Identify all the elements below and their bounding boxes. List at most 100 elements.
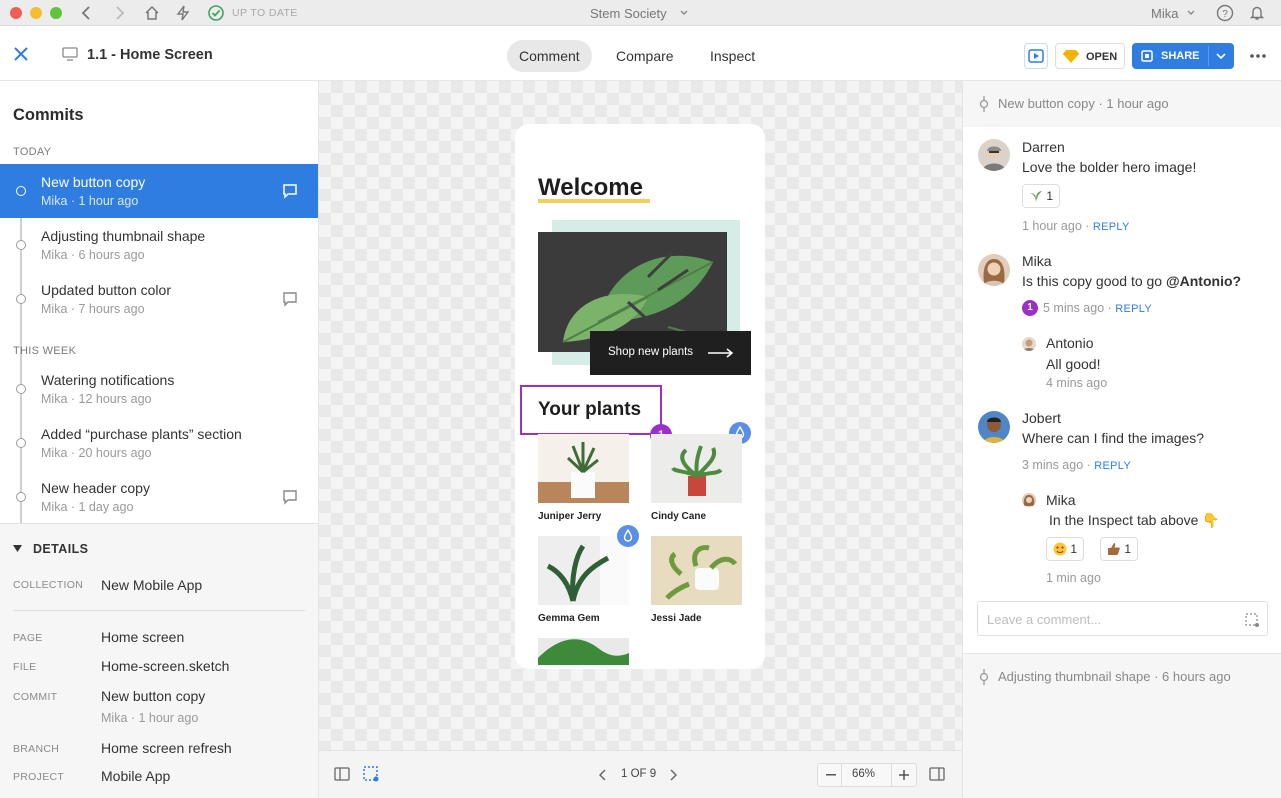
- commit-item[interactable]: Added “purchase plants” section Mika · 2…: [0, 416, 318, 470]
- chevron-down-icon[interactable]: [679, 6, 689, 20]
- commit-value: New button copy: [101, 688, 206, 704]
- plant-thumb-juniper[interactable]: [538, 434, 629, 503]
- minus-icon: [826, 774, 836, 776]
- commit-title: New header copy: [41, 480, 150, 496]
- lightning-icon[interactable]: [175, 4, 191, 22]
- comment-text: All good!: [1046, 356, 1101, 372]
- comment-text: Where can I find the images?: [1022, 430, 1205, 446]
- user-menu[interactable]: Mika: [1151, 6, 1178, 21]
- share-button[interactable]: SHARE: [1132, 43, 1234, 69]
- commit-node: [16, 384, 26, 394]
- commit-title: Added “purchase plants” section: [41, 426, 242, 442]
- help-icon[interactable]: ?: [1216, 4, 1234, 22]
- shop-new-plants-button[interactable]: Shop new plants: [590, 331, 751, 375]
- document-title[interactable]: Stem Society: [590, 6, 667, 21]
- comment-author: Antonio: [1046, 335, 1094, 351]
- water-drop-badge[interactable]: [617, 525, 639, 547]
- more-icon[interactable]: [1249, 53, 1267, 59]
- commit-title: Watering notifications: [41, 372, 175, 388]
- panel-toggle-icon[interactable]: [929, 767, 945, 781]
- comment-time: 3 mins ago: [1022, 458, 1084, 472]
- commit-item[interactable]: Watering notifications Mika · 12 hours a…: [0, 362, 318, 416]
- share-label: SHARE: [1161, 50, 1200, 62]
- preview-button[interactable]: [1024, 43, 1048, 69]
- comment-time: 5 mins ago: [1043, 301, 1105, 315]
- reaction-heart-eyes[interactable]: 1: [1046, 537, 1085, 561]
- comment-time: 1 hour ago: [1022, 219, 1082, 233]
- comment-author: Mika: [1022, 253, 1052, 269]
- this-week-label: THIS WEEK: [13, 345, 77, 357]
- back-icon[interactable]: [80, 4, 94, 22]
- reply-link[interactable]: REPLY: [1094, 460, 1131, 472]
- collection-key: COLLECTION: [13, 579, 84, 591]
- commit-item[interactable]: New header copy Mika · 1 day ago: [0, 470, 318, 524]
- reply-link[interactable]: REPLY: [1115, 303, 1152, 315]
- comment-author: Jobert: [1022, 410, 1061, 426]
- close-icon[interactable]: [13, 46, 29, 62]
- welcome-heading: Welcome: [538, 174, 643, 201]
- chevron-down-icon[interactable]: [1216, 52, 1226, 60]
- thumbs-up-icon: [1108, 543, 1120, 555]
- plus-icon: [899, 770, 909, 780]
- comment-placeholder: Leave a comment...: [987, 612, 1102, 627]
- commit-footer-label: Adjusting thumbnail shape · 6 hours ago: [998, 669, 1231, 684]
- canvas-bottom-bar: 1 OF 9 66%: [319, 750, 962, 798]
- comment-text: In the Inspect tab above 👇: [1049, 512, 1220, 528]
- commit-header[interactable]: New button copy · 1 hour ago: [963, 81, 1281, 127]
- chevron-down-icon[interactable]: [1186, 6, 1196, 20]
- commit-footer[interactable]: Adjusting thumbnail shape · 6 hours ago: [963, 653, 1281, 699]
- comment-icon: [283, 292, 297, 307]
- project-key: PROJECT: [13, 771, 65, 783]
- minimize-window-button[interactable]: [30, 7, 42, 19]
- tab-compare[interactable]: Compare: [604, 40, 686, 72]
- plant-thumb-gemma[interactable]: [538, 536, 629, 605]
- reaction-plant[interactable]: 1: [1022, 184, 1061, 208]
- avatar: [1022, 337, 1036, 351]
- triangle-down-icon[interactable]: [13, 545, 22, 552]
- commit-meta: Mika · 1 hour ago: [101, 711, 199, 725]
- bell-icon[interactable]: [1249, 4, 1265, 22]
- commit-item[interactable]: New button copy Mika · 1 hour ago: [0, 164, 318, 218]
- reaction-count: 1: [1124, 542, 1132, 556]
- mention[interactable]: @Antonio?: [1166, 273, 1241, 289]
- open-label: OPEN: [1086, 51, 1118, 63]
- commit-item[interactable]: Updated button color Mika · 7 hours ago: [0, 272, 318, 326]
- plant-name: Gemma Gem: [538, 613, 600, 624]
- home-icon[interactable]: [143, 4, 161, 22]
- zoom-in-button[interactable]: [893, 764, 915, 786]
- plant-thumb-partial[interactable]: [538, 638, 629, 665]
- chevron-right-icon[interactable]: [669, 769, 677, 781]
- sidebar-toggle-icon[interactable]: [334, 767, 350, 781]
- open-button[interactable]: OPEN: [1055, 43, 1125, 69]
- tab-inspect[interactable]: Inspect: [698, 40, 767, 72]
- svg-text:?: ?: [1222, 9, 1228, 20]
- file-key: FILE: [13, 661, 37, 673]
- chevron-left-icon[interactable]: [599, 769, 607, 781]
- plant-thumb-jessi[interactable]: [651, 536, 742, 605]
- zoom-level[interactable]: 66%: [852, 768, 875, 780]
- your-plants-heading: Your plants: [538, 399, 642, 420]
- close-window-button[interactable]: [10, 7, 22, 19]
- maximize-window-button[interactable]: [50, 7, 62, 19]
- comment-text-plain: Is this copy good to go: [1022, 273, 1166, 289]
- annotate-icon[interactable]: [1245, 613, 1259, 627]
- selection-tool-icon[interactable]: [363, 766, 379, 782]
- commits-heading: Commits: [13, 106, 84, 124]
- forward-icon[interactable]: [112, 4, 126, 22]
- reaction-thumbs-up[interactable]: 1: [1100, 537, 1139, 561]
- avatar: [978, 254, 1010, 286]
- welcome-underline: [538, 199, 650, 203]
- zoom-out-button[interactable]: [821, 764, 841, 786]
- title-bar: UP TO DATE Stem Society Mika ?: [0, 0, 1281, 26]
- plant-thumb-cindy[interactable]: [651, 434, 742, 503]
- comment-number-badge[interactable]: 1: [1022, 300, 1038, 316]
- file-value: Home-screen.sketch: [101, 658, 230, 674]
- commit-item[interactable]: Adjusting thumbnail shape Mika · 6 hours…: [0, 218, 318, 272]
- comment-input[interactable]: Leave a comment...: [977, 601, 1268, 636]
- tab-comment[interactable]: Comment: [507, 40, 592, 72]
- page-indicator: 1 OF 9: [621, 768, 657, 780]
- reply-link[interactable]: REPLY: [1093, 221, 1130, 233]
- page-value: Home screen: [101, 629, 185, 645]
- details-toggle[interactable]: DETAILS: [33, 542, 88, 556]
- commit-meta: Mika · 7 hours ago: [41, 302, 145, 316]
